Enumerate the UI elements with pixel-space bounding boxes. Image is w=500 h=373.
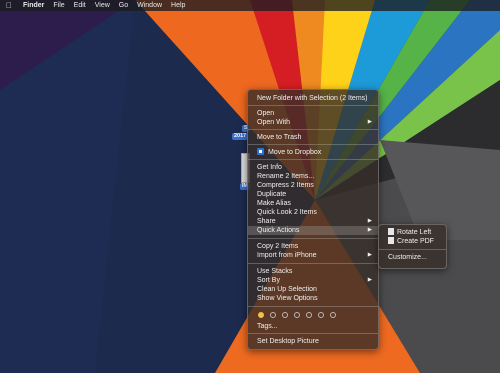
chevron-right-icon: ▶ <box>367 277 372 283</box>
quick-actions-submenu: Rotate Left Create PDF Customize... <box>378 224 447 269</box>
tag-color-dot[interactable] <box>330 312 336 318</box>
menu-item-sort-by[interactable]: Sort By ▶ <box>248 276 378 285</box>
menu-go[interactable]: Go <box>119 0 128 11</box>
menu-item-label: Open With <box>257 119 291 126</box>
menu-separator <box>248 159 378 160</box>
menu-view[interactable]: View <box>95 0 110 11</box>
menu-item-customize[interactable]: Customize... <box>379 253 446 262</box>
tag-color-dot[interactable] <box>258 312 264 318</box>
menu-item-move-to-trash[interactable]: Move to Trash <box>248 133 378 142</box>
menu-item-label: Move to Dropbox <box>268 149 322 156</box>
menu-separator <box>248 144 378 145</box>
menu-item-label: Create PDF <box>397 238 434 245</box>
menu-item-duplicate[interactable]: Duplicate <box>248 190 378 199</box>
tag-color-dot[interactable] <box>270 312 276 318</box>
menu-separator <box>248 105 378 106</box>
dropbox-icon <box>257 148 264 155</box>
menu-separator <box>248 306 378 307</box>
menu-item-copy[interactable]: Copy 2 Items <box>248 242 378 251</box>
menu-item-label: Quick Actions <box>257 227 300 234</box>
menu-item-label: Rotate Left <box>397 229 432 236</box>
menu-item-set-desktop-picture[interactable]: Set Desktop Picture <box>248 337 378 346</box>
menu-item-get-info[interactable]: Get Info <box>248 163 378 172</box>
tag-color-dot[interactable] <box>318 312 324 318</box>
menu-item-use-stacks[interactable]: Use Stacks <box>248 267 378 276</box>
chevron-right-icon: ▶ <box>367 252 372 258</box>
menu-separator <box>248 263 378 264</box>
chevron-right-icon: ▶ <box>367 227 372 233</box>
menu-item-make-alias[interactable]: Make Alias <box>248 199 378 208</box>
pdf-icon <box>388 237 394 244</box>
menu-item-move-to-dropbox[interactable]: Move to Dropbox <box>248 148 378 157</box>
menu-bar:  Finder File Edit View Go Window Help <box>0 0 500 11</box>
menu-separator <box>248 129 378 130</box>
apple-icon[interactable]:  <box>6 0 12 11</box>
menu-item-open[interactable]: Open <box>248 109 378 118</box>
menu-item-create-pdf[interactable]: Create PDF <box>379 237 446 246</box>
menu-item-new-folder-with-selection[interactable]: New Folder with Selection (2 Items) <box>248 94 378 103</box>
menu-file[interactable]: File <box>53 0 64 11</box>
menu-item-quick-actions[interactable]: Quick Actions ▶ <box>248 226 378 235</box>
menu-item-quick-look[interactable]: Quick Look 2 Items <box>248 208 378 217</box>
menu-separator <box>379 249 446 250</box>
tag-color-row <box>258 312 358 320</box>
menu-item-rotate-left[interactable]: Rotate Left <box>379 228 446 237</box>
tag-color-dot[interactable] <box>282 312 288 318</box>
chevron-right-icon: ▶ <box>367 119 372 125</box>
menu-item-clean-up-selection[interactable]: Clean Up Selection <box>248 285 378 294</box>
menu-help[interactable]: Help <box>171 0 185 11</box>
menu-separator <box>248 238 378 239</box>
tag-color-dot[interactable] <box>294 312 300 318</box>
menu-finder[interactable]: Finder <box>23 0 44 11</box>
menu-item-compress[interactable]: Compress 2 Items <box>248 181 378 190</box>
menu-item-rename[interactable]: Rename 2 Items... <box>248 172 378 181</box>
menu-item-label: Sort By <box>257 277 280 284</box>
menu-window[interactable]: Window <box>137 0 162 11</box>
menu-separator <box>248 333 378 334</box>
menu-item-share[interactable]: Share ▶ <box>248 217 378 226</box>
menu-item-label: Share <box>257 218 276 225</box>
rotate-left-icon <box>388 228 394 235</box>
menu-item-label: Import from iPhone <box>257 252 317 259</box>
menu-item-tags[interactable]: Tags... <box>248 322 378 331</box>
tag-color-dot[interactable] <box>306 312 312 318</box>
menu-item-show-view-options[interactable]: Show View Options <box>248 294 378 303</box>
chevron-right-icon: ▶ <box>367 218 372 224</box>
context-menu: New Folder with Selection (2 Items) Open… <box>247 89 379 350</box>
menu-item-import-from-iphone[interactable]: Import from iPhone ▶ <box>248 251 378 260</box>
menu-edit[interactable]: Edit <box>74 0 86 11</box>
menu-item-open-with[interactable]: Open With ▶ <box>248 118 378 127</box>
desktop-item-label[interactable]: 2017 <box>232 133 249 140</box>
